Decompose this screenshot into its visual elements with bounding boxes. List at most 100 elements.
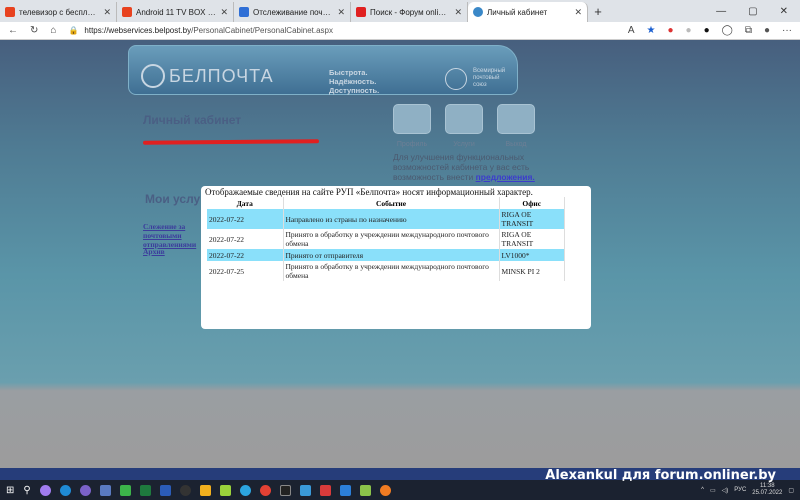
windows-start-icon[interactable]: ⊞	[6, 485, 14, 496]
chrome-icon[interactable]	[259, 484, 271, 496]
tab-5[interactable]: Личный кабинет ✕	[468, 2, 588, 22]
tab-title: Android 11 TV BOX - Shop Chea	[136, 7, 216, 17]
extension-icon[interactable]: ●	[704, 25, 710, 36]
door-icon	[497, 104, 535, 134]
app-icon[interactable]	[339, 484, 351, 496]
collections-icon[interactable]: ⧉	[745, 25, 752, 36]
app-icon[interactable]	[219, 484, 231, 496]
tab-title: Личный кабинет	[487, 7, 548, 17]
store-icon[interactable]	[199, 484, 211, 496]
app-icon[interactable]	[319, 484, 331, 496]
close-icon[interactable]: ✕	[574, 7, 582, 18]
tab-4[interactable]: Поиск - Форум onliner.by ✕	[351, 2, 468, 22]
cell-date: 2022-07-25	[207, 261, 284, 281]
favorite-star-icon[interactable]: ★	[647, 25, 656, 36]
suggestions-link[interactable]: предложения.	[476, 172, 535, 182]
tab-title: телевизор с бесплатной достав	[19, 7, 100, 17]
redacted-username	[142, 139, 320, 145]
watermark: Alexankul для forum.onliner.by	[545, 468, 776, 483]
cell-event: Направлено из страны по назначению	[283, 209, 500, 229]
tab-1[interactable]: телевизор с бесплатной достав✕	[0, 2, 117, 22]
read-aloud-icon[interactable]: A	[628, 25, 635, 36]
viber-icon[interactable]	[79, 484, 91, 496]
cell-office: LV1000*	[499, 249, 565, 261]
tracking-table: Дата Событие Офис 2022-07-22 Направлено из …	[207, 197, 565, 281]
excel-icon[interactable]	[139, 484, 151, 496]
word-icon[interactable]	[159, 484, 171, 496]
network-icon[interactable]: ▭	[710, 487, 716, 494]
upu-line: почтовый	[473, 75, 500, 81]
telegram-icon[interactable]	[239, 484, 251, 496]
slogan-line: Доступность.	[329, 86, 380, 95]
extension-icon[interactable]: ●	[667, 25, 673, 36]
onliner-icon	[356, 7, 366, 17]
close-icon[interactable]: ✕	[220, 7, 228, 18]
language-indicator[interactable]: РУС	[734, 487, 746, 493]
tab-3[interactable]: Отслеживание почтового отпр ✕	[234, 2, 351, 22]
logo-text: БЕЛПОЧТА	[169, 66, 274, 86]
cell-office: RIGA OE TRANSIT	[499, 209, 565, 229]
extension-icon[interactable]: ●	[686, 25, 692, 36]
terminal-icon[interactable]	[279, 484, 291, 496]
back-icon[interactable]: ←	[8, 25, 18, 36]
page-title: Личный кабинет	[143, 113, 242, 127]
close-icon[interactable]: ✕	[103, 7, 111, 18]
search-icon[interactable]: ⚲	[23, 485, 30, 496]
maximize-button[interactable]: ▢	[748, 6, 757, 17]
taskbar: ⊞ ⚲ ^ ▭ ◁) РУС 11:38 25.07.2022 ▢	[0, 480, 800, 500]
volume-icon[interactable]: ◁)	[722, 487, 729, 494]
cell-date: 2022-07-22	[207, 209, 284, 229]
close-window-button[interactable]: ✕	[780, 6, 788, 17]
speedometer-icon[interactable]	[179, 484, 191, 496]
services-label: Услуги	[453, 141, 475, 148]
chevron-up-icon[interactable]: ^	[701, 487, 704, 493]
minimize-button[interactable]: —	[716, 6, 726, 17]
cell-date: 2022-07-22	[207, 249, 284, 261]
disclaimer-note: Отображаемые сведения на сайте РУП «Белп…	[205, 187, 533, 197]
logout-label: Выход	[505, 141, 527, 148]
app-icon[interactable]	[299, 484, 311, 496]
home-icon[interactable]: ⌂	[50, 25, 56, 36]
belpost-icon	[473, 7, 483, 17]
notifications-icon[interactable]: ▢	[788, 487, 794, 494]
extension-icon[interactable]: ◯	[722, 25, 733, 36]
tab-title: Отслеживание почтового отпр	[253, 7, 333, 17]
close-icon[interactable]: ✕	[337, 7, 345, 18]
new-tab-button[interactable]: +	[588, 4, 608, 19]
table-row: 2022-07-22 Принято в обработку в учрежден…	[207, 229, 565, 249]
refresh-icon[interactable]: ↻	[30, 25, 38, 36]
tracking-dialog: Отображаемые сведения на сайте РУП «Белп…	[201, 186, 591, 329]
slogan-line: Надёжность.	[329, 77, 377, 86]
clock[interactable]: 11:38 25.07.2022	[752, 483, 782, 497]
app-icon[interactable]	[119, 484, 131, 496]
services-button[interactable]: Услуги	[445, 104, 483, 148]
alice-icon[interactable]	[39, 484, 51, 496]
url-host: https://webservices.belpost.by	[84, 26, 192, 35]
more-icon[interactable]: ···	[782, 25, 792, 36]
url-input[interactable]: 🔒 https://webservices.belpost.by/Personal…	[68, 26, 615, 35]
archive-link[interactable]: Архив	[143, 247, 165, 256]
tracking-link[interactable]: Слежение за почтовыми отправлениями	[143, 222, 203, 249]
col-date: Дата	[207, 197, 284, 209]
profile-button[interactable]: Профиль	[393, 104, 431, 148]
aliexpress-icon	[5, 7, 15, 17]
app-icon[interactable]	[99, 484, 111, 496]
slogan-line: Быстрота.	[329, 68, 368, 77]
close-icon[interactable]: ✕	[454, 7, 462, 18]
time: 11:38	[760, 483, 775, 489]
table-row: 2022-07-25 Принято в обработку в учрежден…	[207, 261, 565, 281]
logout-button[interactable]: Выход	[497, 104, 535, 148]
avatar[interactable]: ●	[764, 25, 770, 36]
app-icon[interactable]	[379, 484, 391, 496]
checklist-icon	[445, 104, 483, 134]
users-icon	[393, 104, 431, 134]
table-row: 2022-07-22 Направлено из страны по назнач…	[207, 209, 565, 229]
upu-line: союз	[473, 82, 487, 88]
tab-2[interactable]: Android 11 TV BOX - Shop Chea ✕	[117, 2, 234, 22]
address-bar-row: ← ↻ ⌂ 🔒 https://webservices.belpost.by/Pe…	[0, 22, 800, 40]
app-icon[interactable]	[359, 484, 371, 496]
aliexpress-icon	[122, 7, 132, 17]
table-row: 2022-07-22 Принято от отправителя LV1000*	[207, 249, 565, 261]
edge-icon[interactable]	[59, 484, 71, 496]
system-tray: ^ ▭ ◁) РУС 11:38 25.07.2022 ▢	[701, 483, 794, 497]
